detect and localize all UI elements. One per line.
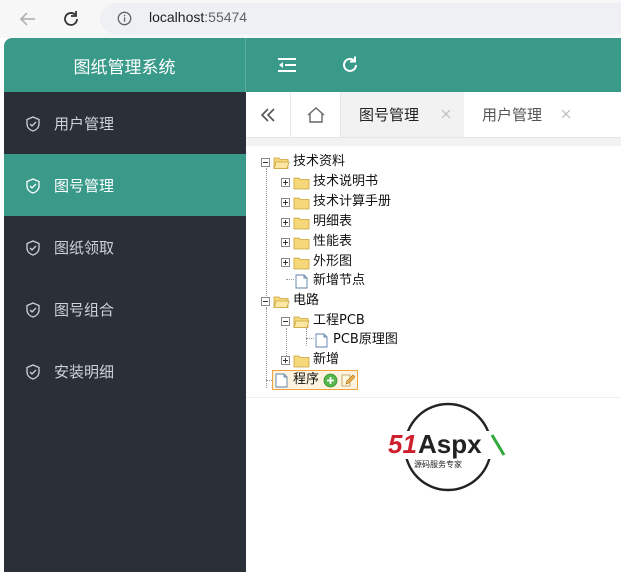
back-button[interactable] bbox=[15, 6, 41, 32]
file-icon bbox=[295, 274, 308, 288]
sidebar-item-user-management[interactable]: 用户管理 bbox=[4, 92, 246, 154]
tab-label: 图号管理 bbox=[359, 106, 420, 124]
home-icon bbox=[307, 106, 324, 123]
file-icon bbox=[275, 373, 288, 387]
shield-check-icon bbox=[26, 364, 40, 380]
tab-bar: 图号管理 用户管理 bbox=[246, 92, 621, 138]
folder-icon bbox=[293, 197, 310, 209]
sidebar-item-label: 图号组合 bbox=[54, 300, 115, 319]
tree-node[interactable]: 技术说明书 bbox=[281, 172, 378, 192]
folder-open-icon bbox=[273, 157, 290, 169]
scroll-tabs-left-button[interactable] bbox=[246, 92, 291, 137]
add-node-icon[interactable] bbox=[323, 373, 338, 388]
tree-node[interactable]: 技术资料 bbox=[261, 152, 345, 172]
tree-node-label: 程序 bbox=[293, 372, 320, 387]
sidebar: 用户管理 图号管理 图纸领取 图号组合 安装明细 bbox=[4, 92, 246, 572]
sidebar-item-label: 安装明细 bbox=[54, 362, 115, 381]
svg-text:51: 51 bbox=[388, 429, 417, 459]
shield-check-icon bbox=[26, 178, 40, 194]
collapse-toggle-icon[interactable] bbox=[281, 316, 290, 326]
tab-drawing-number-management[interactable]: 图号管理 bbox=[341, 92, 464, 137]
tree-node-label: 明细表 bbox=[313, 214, 353, 229]
tree-node-label: 电路 bbox=[293, 293, 320, 308]
tree-node[interactable]: 工程PCB bbox=[281, 311, 365, 331]
folder-icon bbox=[293, 217, 310, 229]
tree-view: 技术资料 技术说明书 技术计算手册 明细表 性能表 外形图 新增节点 电路 工程… bbox=[246, 146, 621, 398]
tree-node-label: 技术说明书 bbox=[313, 174, 379, 189]
sidebar-item-label: 图纸领取 bbox=[54, 238, 115, 257]
close-icon[interactable] bbox=[440, 108, 452, 120]
tree-node-label: 新增节点 bbox=[313, 273, 366, 288]
tree-node[interactable]: 外形图 bbox=[281, 252, 352, 272]
main-content: 技术资料 技术说明书 技术计算手册 明细表 性能表 外形图 新增节点 电路 工程… bbox=[246, 138, 621, 572]
folder-icon bbox=[293, 237, 310, 249]
tree-node-label: PCB原理图 bbox=[333, 332, 398, 347]
51aspx-logo: 51 Aspx 源码服务专家 bbox=[384, 402, 508, 492]
collapse-toggle-icon[interactable] bbox=[261, 157, 270, 167]
tree-connector bbox=[266, 308, 267, 388]
tree-node[interactable]: 性能表 bbox=[281, 232, 352, 252]
sidebar-item-drawing-number-combination[interactable]: 图号组合 bbox=[4, 278, 246, 340]
tree-node[interactable]: 明细表 bbox=[281, 212, 352, 232]
tree-node-label: 技术计算手册 bbox=[313, 194, 392, 209]
tree-node[interactable]: 技术计算手册 bbox=[281, 192, 391, 212]
shield-check-icon bbox=[26, 302, 40, 318]
tree-node-label: 工程PCB bbox=[313, 313, 365, 328]
expand-toggle-icon[interactable] bbox=[281, 257, 290, 267]
expand-toggle-icon[interactable] bbox=[281, 217, 290, 227]
collapse-menu-icon[interactable] bbox=[276, 55, 298, 75]
content-spacer bbox=[246, 138, 621, 146]
sidebar-item-label: 图号管理 bbox=[54, 176, 115, 195]
folder-icon bbox=[293, 355, 310, 367]
home-tab[interactable] bbox=[291, 92, 341, 137]
double-chevron-left-icon bbox=[260, 107, 275, 122]
tree-node-label: 新增 bbox=[313, 352, 340, 367]
tree-node[interactable]: 新增 bbox=[281, 350, 339, 370]
tree-node-label: 性能表 bbox=[313, 234, 353, 249]
folder-icon bbox=[293, 177, 310, 189]
tree-node-label: 技术资料 bbox=[293, 154, 346, 169]
edit-node-icon[interactable] bbox=[340, 373, 356, 388]
collapse-toggle-icon[interactable] bbox=[261, 296, 270, 306]
app-title: 图纸管理系统 bbox=[4, 38, 246, 92]
tree-node[interactable]: 电路 bbox=[261, 291, 319, 311]
url-port: :55474 bbox=[204, 9, 248, 25]
tree-node-label: 外形图 bbox=[313, 254, 353, 269]
url-host: localhost bbox=[149, 9, 205, 25]
refresh-icon[interactable] bbox=[339, 55, 361, 75]
tab-user-management[interactable]: 用户管理 bbox=[464, 92, 584, 137]
sidebar-item-drawing-number-management[interactable]: 图号管理 bbox=[4, 154, 246, 216]
file-icon bbox=[315, 333, 328, 347]
tree-node[interactable]: 新增节点 bbox=[293, 271, 365, 291]
browser-toolbar: localhost:55474 bbox=[0, 0, 621, 38]
app-window: 图纸管理系统 用户管理 图号管理 图纸领取 图号组合 安装明细 图号管理 用户管… bbox=[4, 38, 621, 572]
tree-node-selected[interactable]: 程序 bbox=[272, 370, 359, 390]
sidebar-item-installation-details[interactable]: 安装明细 bbox=[4, 340, 246, 402]
reload-button[interactable] bbox=[58, 6, 84, 32]
tree-node[interactable]: PCB原理图 bbox=[313, 330, 398, 350]
folder-open-icon bbox=[293, 316, 310, 328]
folder-open-icon bbox=[273, 296, 290, 308]
expand-toggle-icon[interactable] bbox=[281, 237, 290, 247]
shield-check-icon bbox=[26, 116, 40, 132]
svg-text:Aspx: Aspx bbox=[418, 429, 482, 459]
arrow-left-icon bbox=[19, 12, 35, 26]
svg-text:源码服务专家: 源码服务专家 bbox=[414, 459, 462, 469]
sidebar-item-drawing-receipt[interactable]: 图纸领取 bbox=[4, 216, 246, 278]
info-icon[interactable] bbox=[117, 11, 132, 26]
shield-check-icon bbox=[26, 240, 40, 256]
expand-toggle-icon[interactable] bbox=[281, 197, 290, 207]
expand-toggle-icon[interactable] bbox=[281, 355, 290, 365]
header: 图纸管理系统 bbox=[4, 38, 621, 92]
folder-icon bbox=[293, 257, 310, 269]
sidebar-item-label: 用户管理 bbox=[54, 114, 115, 133]
tab-label: 用户管理 bbox=[482, 106, 543, 124]
tree-connector bbox=[266, 168, 267, 308]
expand-toggle-icon[interactable] bbox=[281, 177, 290, 187]
reload-icon bbox=[64, 11, 78, 26]
close-icon[interactable] bbox=[560, 108, 572, 120]
url-text[interactable]: localhost:55474 bbox=[149, 9, 247, 25]
